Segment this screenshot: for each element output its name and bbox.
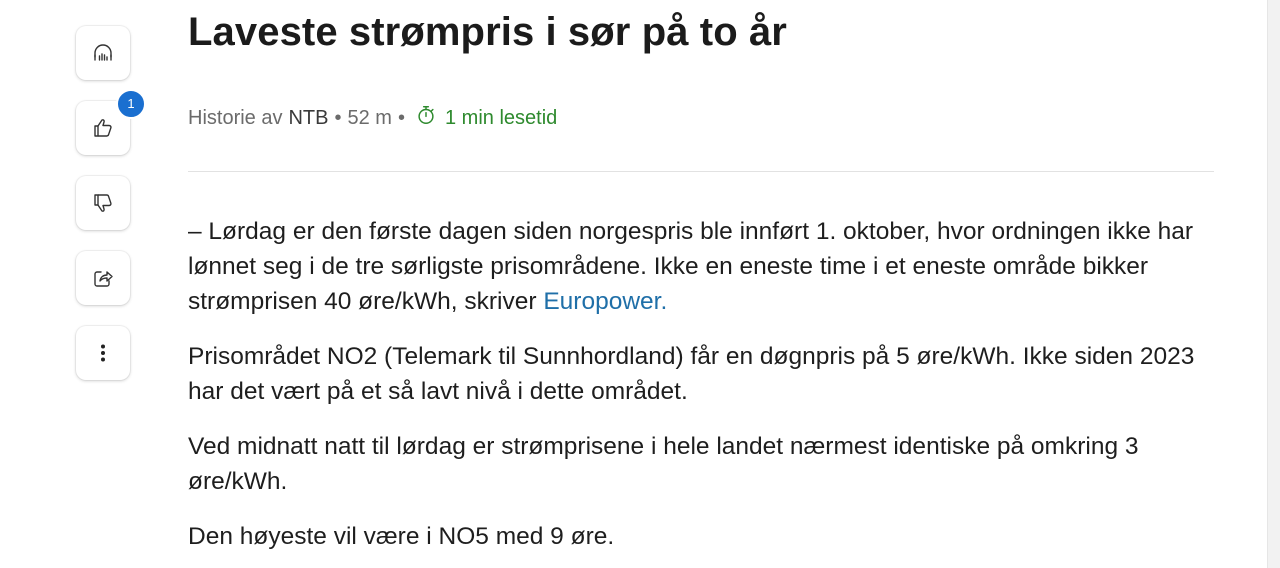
scrollbar[interactable] — [1267, 0, 1280, 568]
article-title: Laveste strømpris i sør på to år — [188, 10, 787, 54]
paragraph: Prisområdet NO2 (Telemark til Sunnhordla… — [188, 343, 1195, 405]
meta-separator: • — [397, 106, 405, 129]
paragraph-text: – Lørdag er den første dagen siden norge… — [188, 218, 1194, 315]
article-meta: Historie av NTB • 52 m • 1 min lesetid — [188, 104, 557, 132]
paragraph: – Lørdag er den første dagen siden norge… — [188, 214, 1218, 319]
more-vertical-icon — [91, 341, 115, 365]
byline-author[interactable]: NTB — [288, 107, 328, 130]
divider — [188, 171, 1214, 172]
byline-prefix: Historie av — [188, 106, 283, 129]
read-time: 1 min lesetid — [411, 104, 557, 132]
thumbs-down-icon — [91, 191, 115, 215]
article-age: 52 m — [347, 106, 392, 129]
headphones-icon — [91, 41, 115, 65]
stopwatch-icon — [411, 104, 445, 132]
share-icon — [91, 266, 115, 290]
listen-button[interactable] — [76, 26, 130, 80]
like-button[interactable]: 1 — [76, 89, 146, 155]
thumbs-up-icon — [91, 116, 115, 140]
paragraph: Ved midnatt natt til lørdag er strømpris… — [188, 433, 1139, 495]
like-count-badge: 1 — [116, 89, 146, 119]
article-body: – Lørdag er den første dagen siden norge… — [188, 214, 1218, 568]
share-button[interactable] — [76, 251, 130, 305]
dislike-button[interactable] — [76, 176, 130, 230]
read-time-label: 1 min lesetid — [444, 106, 558, 129]
article-page: 1 Laveste strømpris i sør på to år Histo… — [0, 0, 1280, 568]
paragraph: Den høyeste vil være i NO5 med 9 øre. — [188, 523, 615, 550]
meta-separator: • — [334, 106, 342, 129]
more-options-button[interactable] — [76, 326, 130, 380]
source-link[interactable]: Europower. — [543, 288, 667, 315]
